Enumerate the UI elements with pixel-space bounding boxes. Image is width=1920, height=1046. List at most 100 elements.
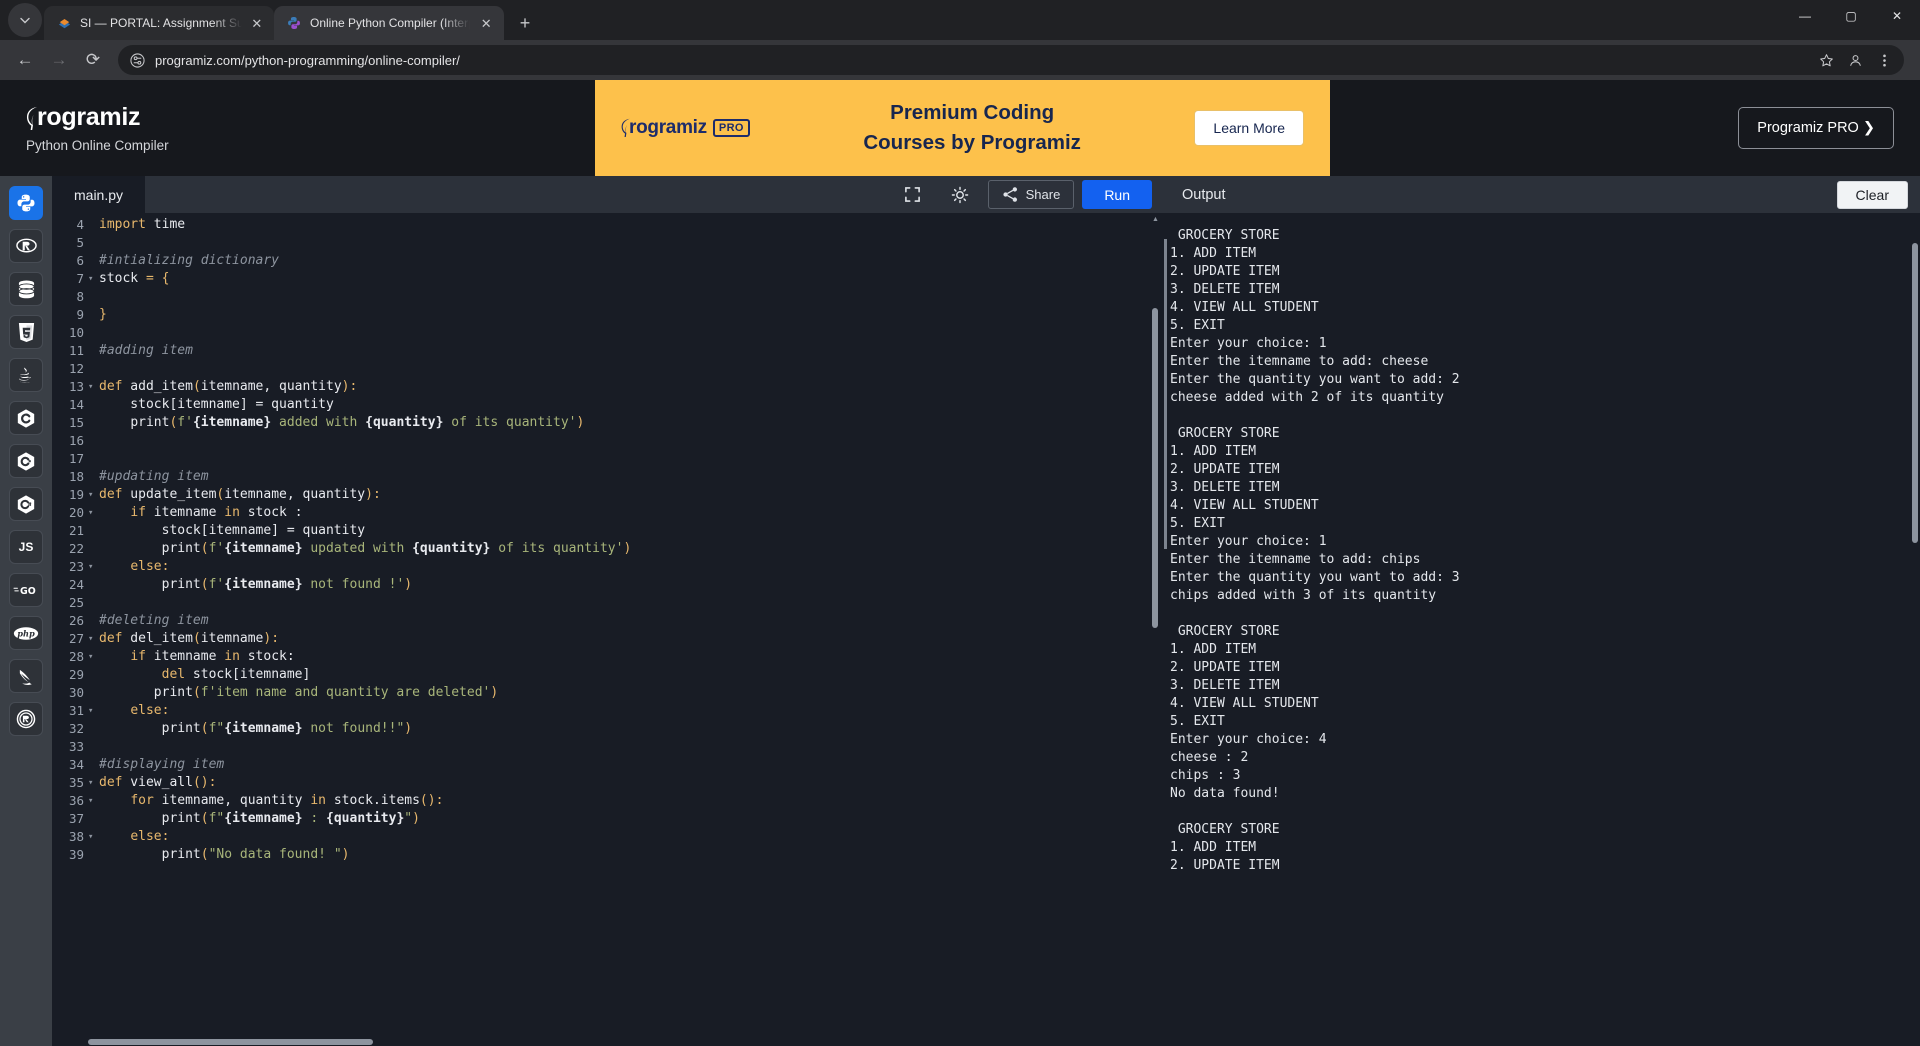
code-line[interactable]: 20 ▾ if itemname in stock : [52,504,1160,522]
code-line[interactable]: 19 ▾ def update_item(itemname, quantity): [52,486,1160,504]
chrome-menu-icon[interactable] [1877,53,1892,68]
code-line[interactable]: 5 [52,234,1160,252]
fold-arrow-icon[interactable]: ▾ [88,486,99,504]
code-line[interactable]: 14 stock[itemname] = quantity [52,396,1160,414]
code-line[interactable]: 9} [52,306,1160,324]
code-line[interactable]: 30 print(f'item name and quantity are de… [52,684,1160,702]
lang-tile-cpp[interactable] [9,444,43,478]
run-button[interactable]: Run [1082,180,1152,209]
fold-arrow-icon[interactable]: ▾ [88,378,99,396]
brightness-icon [951,186,968,203]
site-settings-icon[interactable] [130,52,145,68]
output-vertical-scrollbar[interactable] [1910,213,1920,1046]
code-line[interactable]: 33 [52,738,1160,756]
output-panel[interactable]: GROCERY STORE 1. ADD ITEM 2. UPDATE ITEM… [1160,213,1920,1046]
lang-tile-html[interactable] [9,315,43,349]
browser-tab-2[interactable]: Online Python Compiler (Interp ✕ [274,6,504,40]
tab-search-button[interactable] [8,3,42,37]
code-line[interactable]: 17 [52,450,1160,468]
fold-arrow-icon[interactable]: ▾ [88,828,99,846]
code-line[interactable]: 24 print(f'{itemname} not found !') [52,576,1160,594]
code-lines[interactable]: 4 import time 5 6 #intializing dictionary 7 ▾ s… [52,213,1160,864]
scrollbar-thumb[interactable] [1912,243,1918,543]
code-line[interactable]: 7 ▾ stock = { [52,270,1160,288]
minimize-button[interactable]: — [1782,0,1828,32]
learn-more-button[interactable]: Learn More [1194,110,1304,146]
code-line[interactable]: 13 ▾ def add_item(itemname, quantity): [52,378,1160,396]
fold-arrow-icon[interactable]: ▾ [88,630,99,648]
programiz-logo[interactable]: rogramiz [26,103,426,132]
share-button[interactable]: Share [987,180,1075,209]
code-line[interactable]: 6 #intializing dictionary [52,252,1160,270]
code-line[interactable]: 31 ▾ else: [52,702,1160,720]
code-line[interactable]: 18 #updating item [52,468,1160,486]
bookmark-star-icon[interactable] [1819,53,1834,68]
code-line[interactable]: 4 import time [52,216,1160,234]
lang-tile-rust[interactable] [9,702,43,736]
fold-arrow-icon[interactable]: ▾ [88,774,99,792]
address-bar[interactable]: programiz.com/python-programming/online-… [118,45,1904,75]
editor-vertical-scrollbar[interactable]: ▲ [1150,213,1160,1046]
scroll-up-icon[interactable]: ▲ [1152,216,1159,223]
code-line[interactable]: 36 ▾ for itemname, quantity in stock.item… [52,792,1160,810]
code-line[interactable]: 35 ▾ def view_all(): [52,774,1160,792]
code-line[interactable]: 25 [52,594,1160,612]
code-line[interactable]: 38 ▾ else: [52,828,1160,846]
scrollbar-thumb[interactable] [1152,308,1158,628]
programiz-pro-button[interactable]: Programiz PRO ❯ [1738,107,1894,149]
close-icon[interactable]: ✕ [250,17,264,30]
lang-tile-c[interactable] [9,401,43,435]
lang-tile-java[interactable] [9,358,43,392]
editor-horizontal-scrollbar[interactable] [52,1037,1160,1046]
scrollbar-thumb[interactable] [88,1039,373,1045]
code-line[interactable]: 15 print(f'{itemname} added with {quanti… [52,414,1160,432]
code-line[interactable]: 37 print(f"{itemname} : {quantity}") [52,810,1160,828]
fold-arrow-icon[interactable]: ▾ [88,702,99,720]
code-line[interactable]: 23 ▾ else: [52,558,1160,576]
fold-arrow-icon[interactable]: ▾ [88,792,99,810]
code-text: #deleting item [99,613,209,628]
code-line[interactable]: 32 print(f"{itemname} not found!!") [52,720,1160,738]
lang-tile-csharp[interactable] [9,487,43,521]
code-line[interactable]: 8 [52,288,1160,306]
code-editor[interactable]: 4 import time 5 6 #intializing dictionary 7 ▾ s… [52,213,1160,1046]
fold-arrow-icon[interactable]: ▾ [88,648,99,666]
lang-tile-javascript[interactable]: JS [9,530,43,564]
line-number: 17 [68,451,84,466]
fold-arrow-icon[interactable]: ▾ [88,504,99,522]
lang-tile-swift[interactable] [9,659,43,693]
code-line[interactable]: 12 [52,360,1160,378]
lang-tile-sql[interactable] [9,272,43,306]
close-window-button[interactable]: ✕ [1874,0,1920,32]
code-line[interactable]: 34 #displaying item [52,756,1160,774]
lang-tile-go[interactable]: GO [9,573,43,607]
code-line[interactable]: 21 stock[itemname] = quantity [52,522,1160,540]
maximize-button[interactable]: ▢ [1828,0,1874,32]
code-line[interactable]: 29 del stock[itemname] [52,666,1160,684]
reload-button[interactable]: ⟳ [78,45,108,75]
code-line[interactable]: 28 ▾ if itemname in stock: [52,648,1160,666]
code-line[interactable]: 10 [52,324,1160,342]
fold-arrow-icon[interactable]: ▾ [88,270,99,288]
fold-arrow-icon[interactable]: ▾ [88,558,99,576]
new-tab-button[interactable]: + [510,8,540,38]
lang-tile-r[interactable] [9,229,43,263]
theme-toggle-button[interactable] [940,180,980,209]
back-button[interactable]: ← [10,45,40,75]
clear-button[interactable]: Clear [1836,180,1908,209]
browser-tab-1[interactable]: SI — PORTAL: Assignment Subm ✕ [44,6,274,40]
code-line[interactable]: 27 ▾ def del_item(itemname): [52,630,1160,648]
code-line[interactable]: 22 print(f'{itemname} updated with {quan… [52,540,1160,558]
promo-banner[interactable]: rogramiz PRO Premium Coding Courses by P… [595,80,1330,176]
file-tab-main-py[interactable]: main.py [52,176,146,213]
lang-tile-python[interactable] [9,186,43,220]
fullscreen-button[interactable] [893,180,932,209]
code-line[interactable]: 39 print("No data found! ") [52,846,1160,864]
code-line[interactable]: 11 #adding item [52,342,1160,360]
code-line[interactable]: 26 #deleting item [52,612,1160,630]
close-icon[interactable]: ✕ [478,17,494,30]
lang-tile-php[interactable]: php [9,616,43,650]
code-line[interactable]: 16 [52,432,1160,450]
profile-icon[interactable] [1848,53,1863,68]
